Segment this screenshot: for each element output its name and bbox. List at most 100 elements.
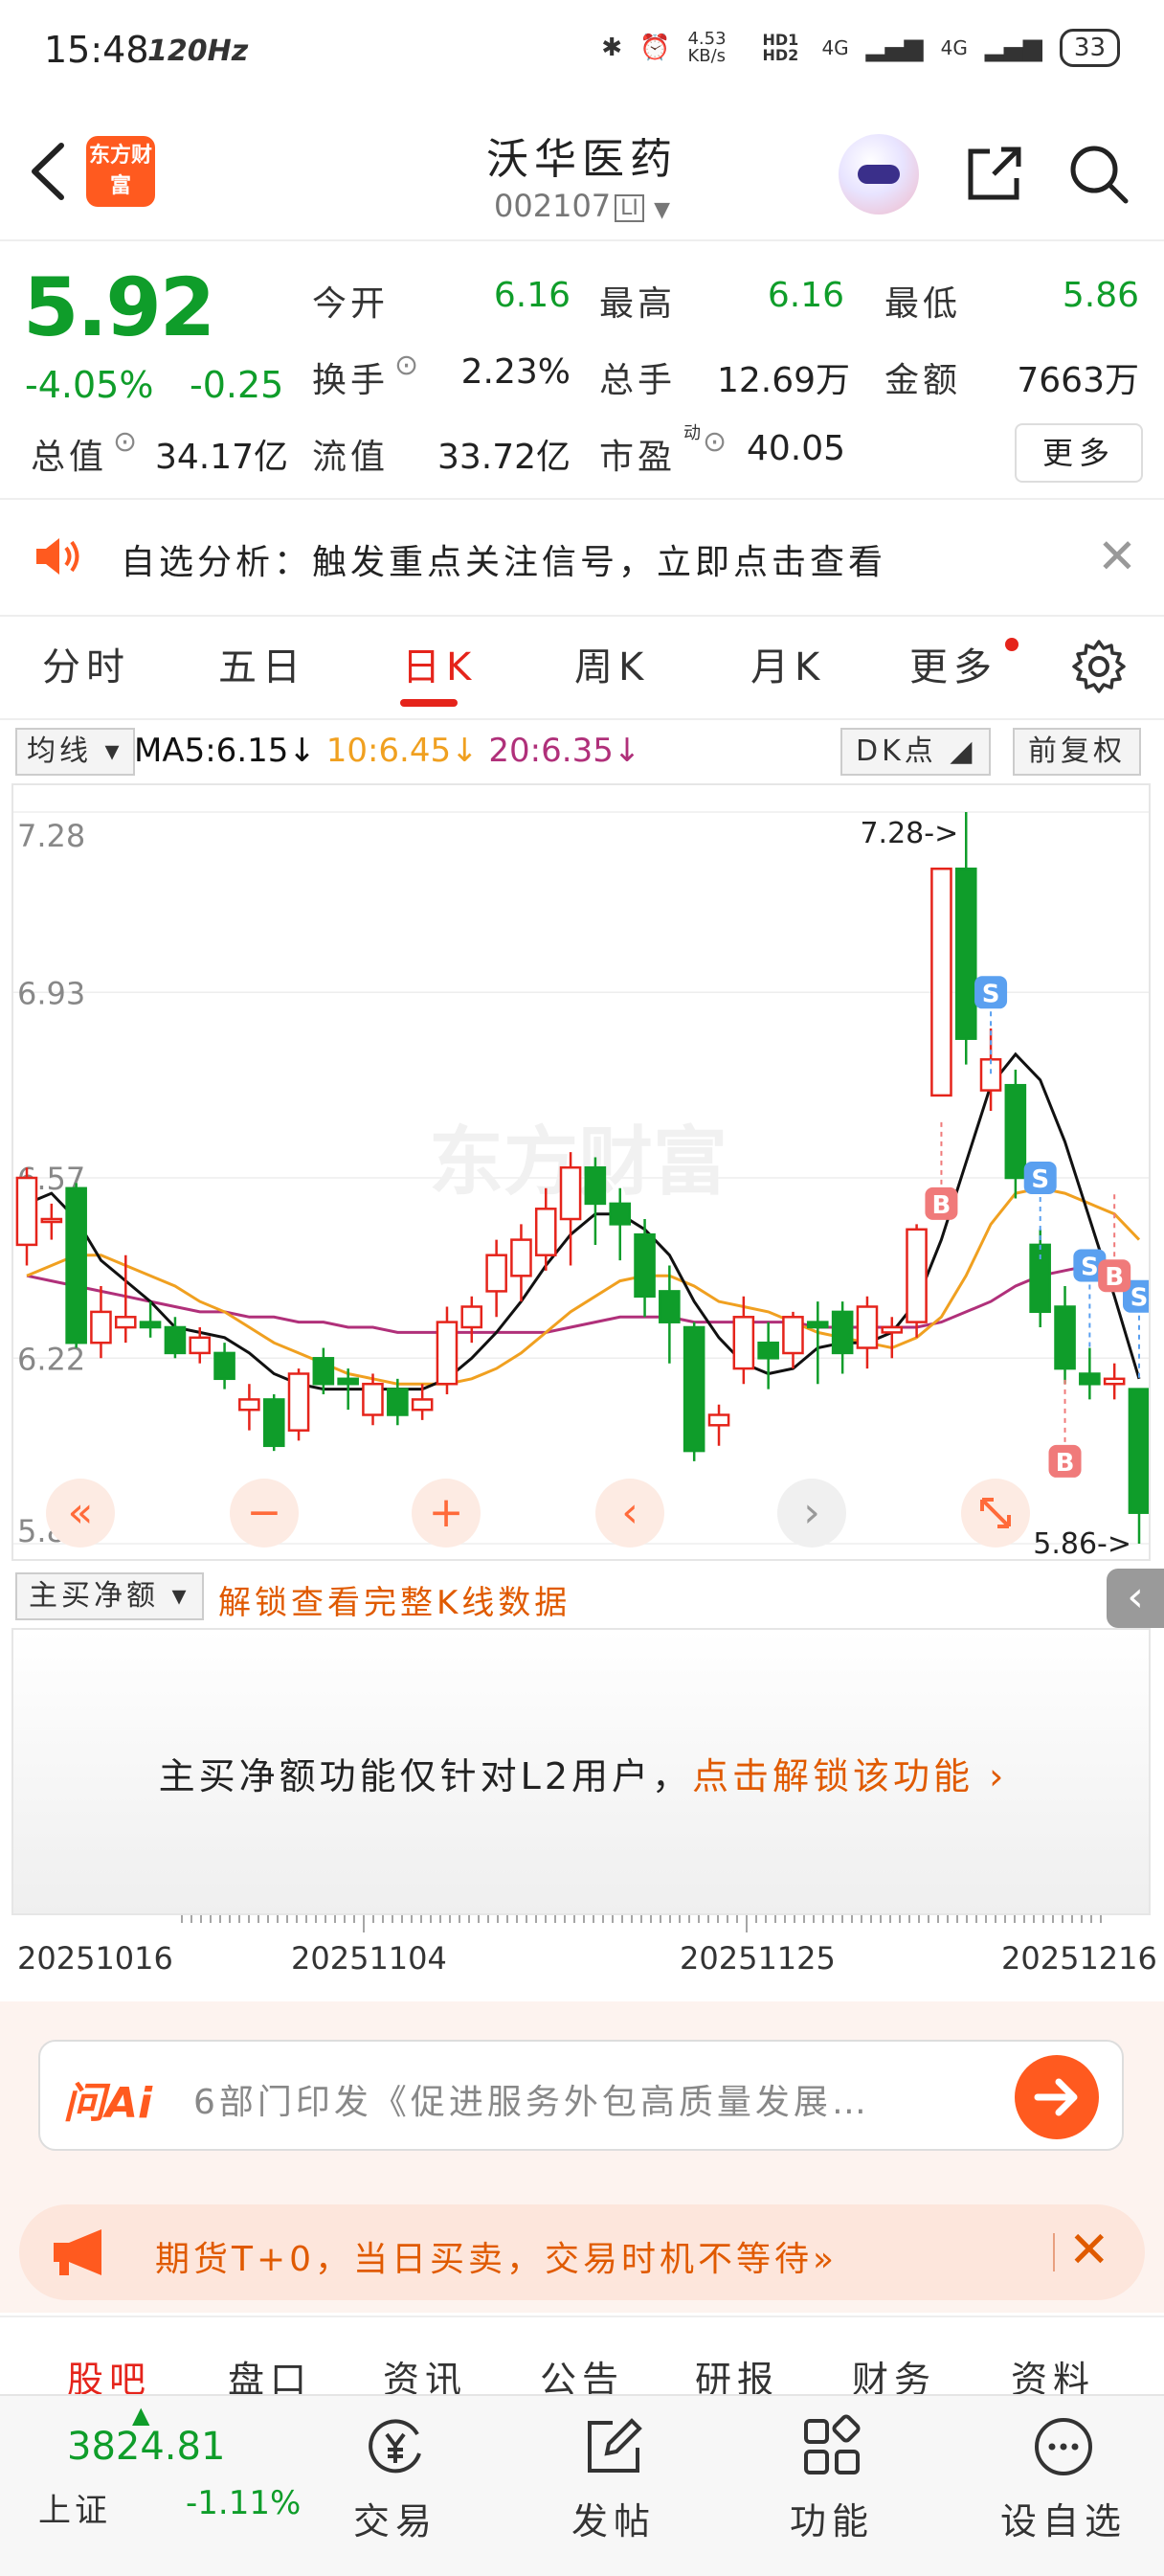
arrow-right-icon — [1034, 2078, 1078, 2116]
index-value: 3824.81 — [67, 2425, 226, 2469]
min-price-label: 5.86-> — [1033, 1527, 1131, 1559]
signal-label: S — [1130, 1284, 1149, 1313]
stock-code: 002107 — [494, 188, 612, 224]
dk-points-button[interactable]: DK点 ◢ — [840, 728, 992, 776]
close-icon[interactable]: ✕ — [1097, 529, 1137, 584]
adjust-button[interactable]: 前复权 — [1013, 728, 1141, 776]
candle-down — [164, 1325, 187, 1355]
tab-intraday[interactable]: 分时 — [42, 636, 130, 691]
candle-up — [485, 1254, 507, 1293]
notification-dot — [1005, 638, 1018, 651]
tab-more[interactable]: 更多 — [909, 636, 997, 691]
candle-up — [15, 1176, 38, 1247]
ma10-line — [26, 1186, 1141, 1386]
candle-up — [732, 1316, 755, 1370]
prev-button-label: ‹ — [621, 1488, 638, 1537]
unlock-link[interactable]: 解锁查看完整K线数据 — [218, 1576, 571, 1623]
y-tick-label: 7.28 — [17, 818, 85, 854]
megaphone-icon — [54, 2229, 101, 2275]
candle-down — [387, 1388, 409, 1416]
arrow-down-icon: ↓ — [451, 732, 489, 770]
zoom-in-button[interactable]: + — [412, 1479, 481, 1548]
ai-query-box[interactable]: 问Ai 6部门印发《促进服务外包高质量发展… — [38, 2040, 1124, 2151]
ma10-value: 10:6.45 — [325, 732, 452, 770]
candle-down — [312, 1357, 335, 1386]
candle-up — [559, 1165, 582, 1221]
notice-banner[interactable]: 自选分析：触发重点关注信号，立即点击查看 ✕ — [0, 498, 1164, 617]
chevron-left-icon[interactable]: ‹ — [1107, 1569, 1164, 1628]
search-button[interactable] — [1064, 140, 1131, 207]
candle-down — [1079, 1372, 1101, 1386]
features-button[interactable]: 功能 — [760, 2406, 904, 2568]
info-icon[interactable]: ⊙ — [113, 425, 137, 459]
gear-icon[interactable] — [1070, 638, 1128, 695]
net-speed: 4.53 KB/s — [687, 29, 727, 66]
zoom-out-button[interactable]: − — [230, 1479, 299, 1548]
speaker-icon — [36, 538, 79, 575]
max-price-label: 7.28-> — [860, 817, 958, 850]
sub-indicator-bar: 主买净额 ▾ 解锁查看完整K线数据 ‹ — [0, 1567, 1164, 1628]
candle-down — [262, 1398, 285, 1448]
ai-assistant-avatar[interactable] — [839, 134, 919, 215]
candle-down — [139, 1321, 162, 1329]
candle-down — [1004, 1083, 1027, 1180]
ai-section: 问Ai 6部门印发《促进服务外包高质量发展… — [0, 2001, 1164, 2203]
prev-button[interactable]: ‹ — [595, 1479, 664, 1548]
kline-svg[interactable]: 东方财富7.286.936.576.225.867.28->5.86->SSSS… — [13, 785, 1155, 1561]
open-value: 6.16 — [493, 276, 571, 315]
info-icon[interactable]: ⊙ — [703, 425, 727, 459]
high-label: 最高 — [599, 284, 677, 324]
more-quote-button[interactable]: 更多 — [1015, 423, 1143, 483]
arrow-down-icon: ↓ — [288, 732, 326, 770]
tab-daily-k[interactable]: 日K — [402, 636, 477, 691]
bottom-toolbar: ▲ 3824.81 上证 -1.11% 交易 发帖 功能 设自选 — [0, 2394, 1164, 2576]
volume-label: 总手 — [599, 361, 677, 400]
promo-section: 期货T+0，当日买卖，交易时机不等待» ✕ — [0, 2203, 1164, 2313]
candle-down — [584, 1165, 607, 1206]
trade-button[interactable]: 交易 — [324, 2406, 467, 2568]
rewind-button[interactable]: « — [46, 1479, 115, 1548]
next-button[interactable]: › — [777, 1479, 846, 1548]
add-watchlist-button[interactable]: 设自选 — [982, 2406, 1145, 2568]
candle-down — [659, 1290, 681, 1323]
dk-label: DK点 — [856, 734, 937, 768]
candle-down — [1128, 1388, 1151, 1514]
promo-text: 期货T+0，当日买卖，交易时机不等待» — [155, 2240, 839, 2279]
date-tick: 20251016 — [17, 1940, 173, 1977]
candle-up — [707, 1413, 730, 1427]
turnover-value: 2.23% — [460, 352, 571, 392]
tab-monthly-k[interactable]: 月K — [750, 636, 825, 691]
post-button[interactable]: 发帖 — [542, 2406, 685, 2568]
ma20-value: 20:6.35 — [488, 732, 614, 770]
signal-label: B — [932, 1191, 951, 1220]
date-tick: 20251216 — [1001, 1940, 1157, 1977]
signal-4g-1: 4G — [821, 36, 849, 59]
close-icon[interactable]: ✕ — [1068, 2222, 1110, 2279]
promo-banner[interactable]: 期货T+0，当日买卖，交易时机不等待» ✕ — [19, 2204, 1145, 2300]
signal-label: B — [1105, 1263, 1124, 1292]
index-name: 上证 — [38, 2492, 111, 2530]
tab-five-day[interactable]: 五日 — [218, 636, 306, 691]
candle-up — [906, 1228, 928, 1323]
signal-4g-2: 4G — [940, 36, 968, 59]
sub-indicator-select[interactable]: 主买净额 ▾ — [15, 1572, 204, 1620]
indicator-select[interactable]: 均线 ▾ — [15, 728, 135, 776]
l2-unlock-link[interactable]: 点击解锁该功能 › — [692, 1755, 1007, 1797]
tab-weekly-k[interactable]: 周K — [574, 636, 649, 691]
float-cap-value: 33.72亿 — [436, 438, 571, 477]
candle-up — [782, 1316, 804, 1355]
candle-down — [634, 1232, 656, 1299]
candle-up — [460, 1305, 483, 1329]
index-ticker[interactable]: ▲ 3824.81 上证 -1.11% — [0, 2396, 306, 2576]
ai-go-button[interactable] — [1015, 2055, 1099, 2139]
share-button[interactable] — [961, 140, 1028, 207]
refresh-rate: 120Hz — [147, 34, 249, 68]
share-icon — [968, 147, 1021, 200]
kline-chart[interactable]: 东方财富7.286.936.576.225.867.28->5.86->SSSS… — [11, 783, 1155, 1561]
add-watchlist-label: 设自选 — [999, 2500, 1127, 2542]
tab-active-indicator — [400, 699, 458, 707]
fullscreen-button[interactable] — [961, 1479, 1030, 1548]
info-icon[interactable]: ⊙ — [394, 349, 418, 382]
index-change: -1.11% — [186, 2484, 302, 2522]
candle-up — [40, 1217, 63, 1224]
